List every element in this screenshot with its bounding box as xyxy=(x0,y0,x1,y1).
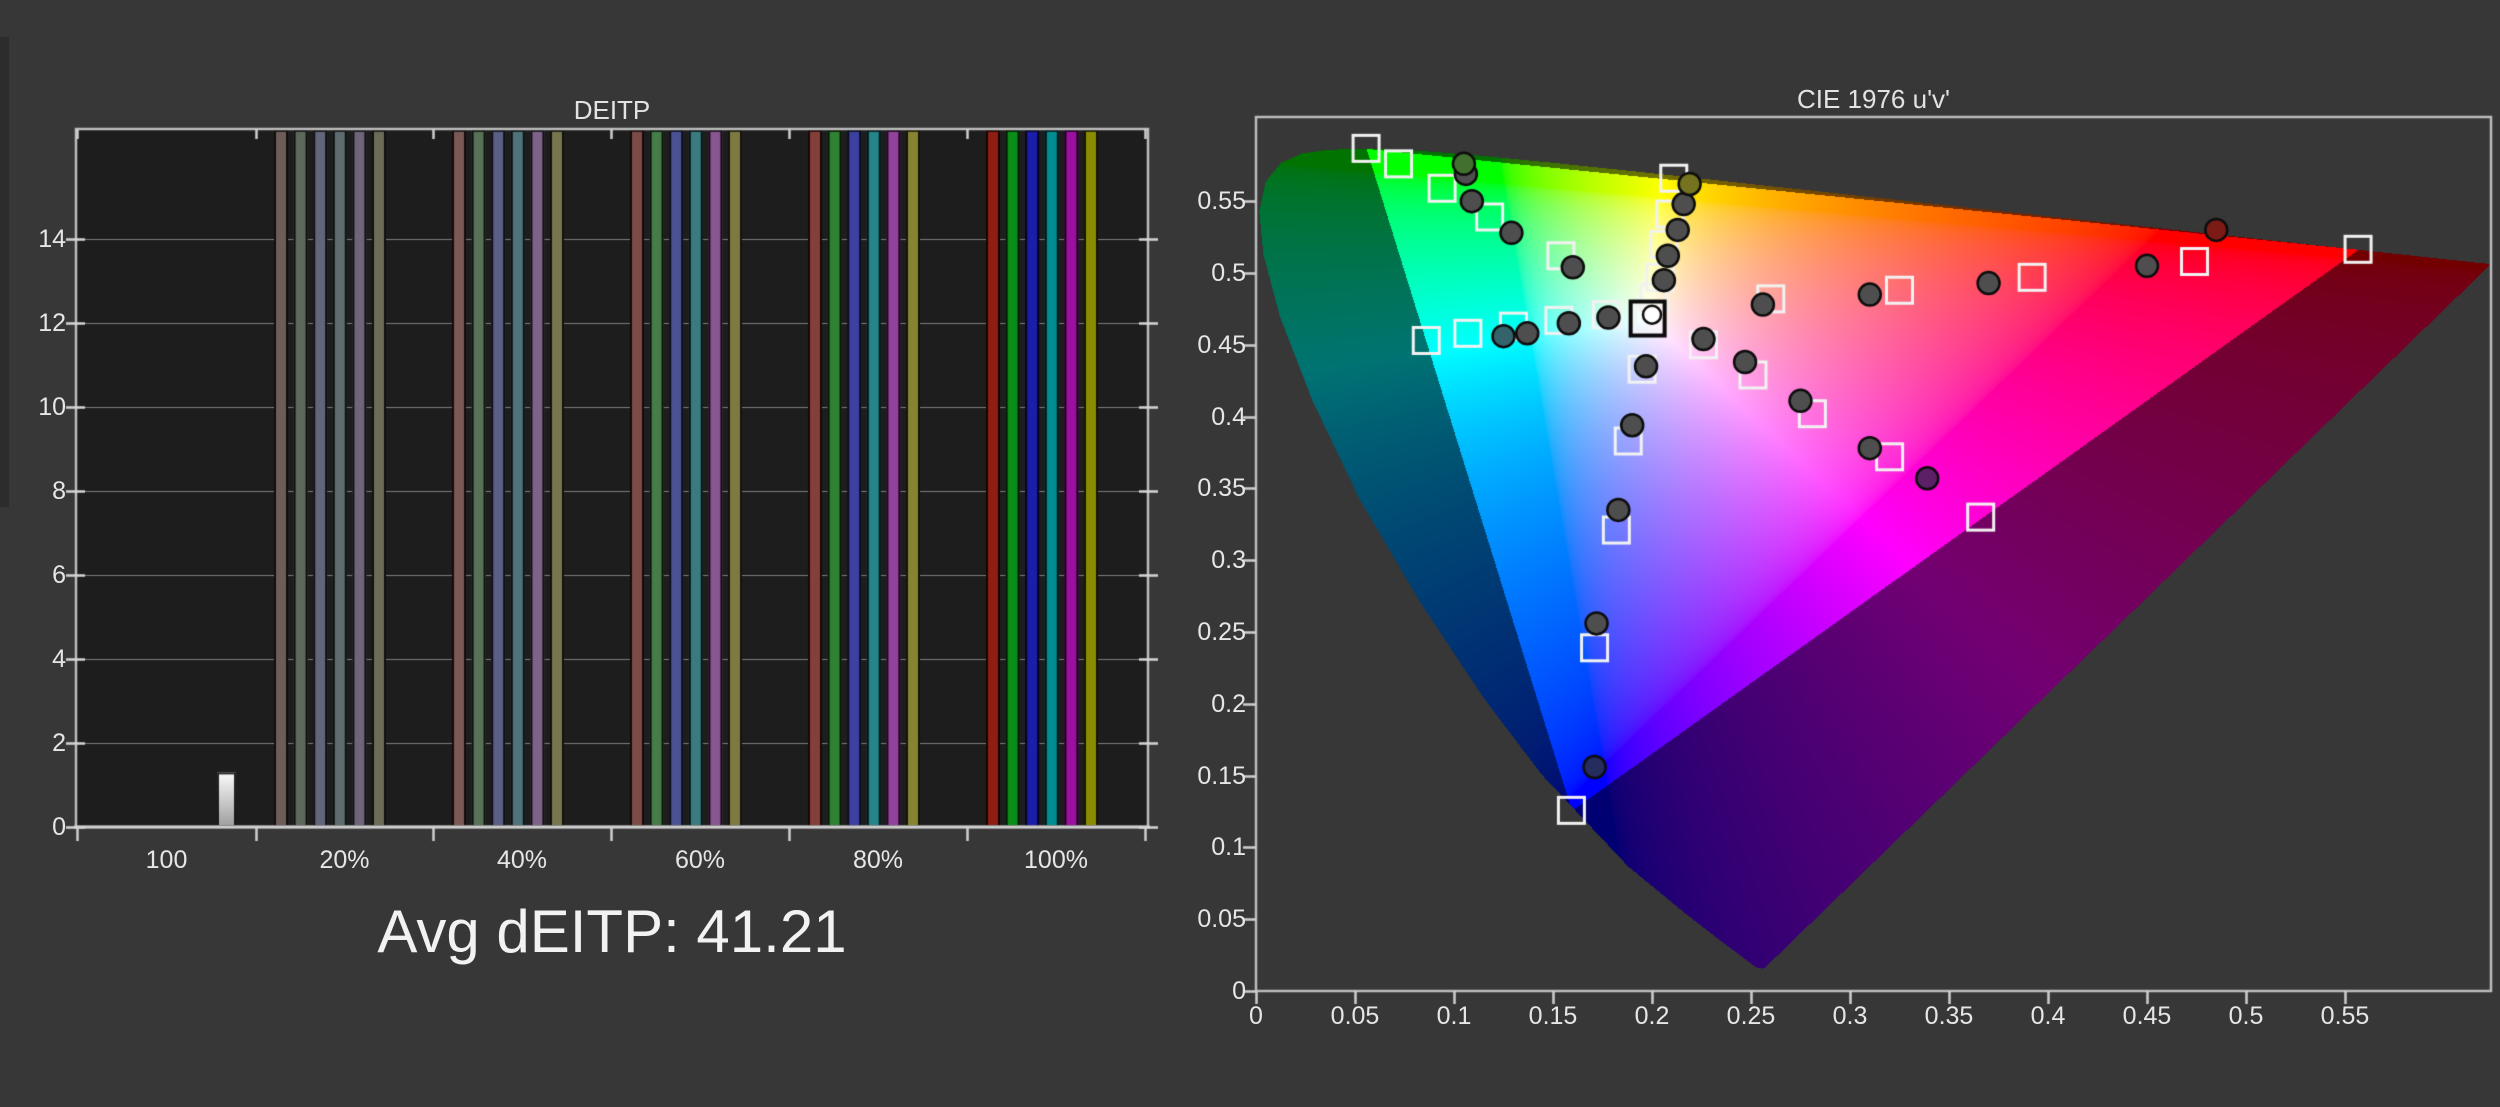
calibration-measurement-screen: DEITP CIE 1976 u'v' 0 2 4 6 8 10 12 14 100 20% 40… xyxy=(0,0,2500,1107)
cie-1976-diagram-plot[interactable] xyxy=(0,0,2500,1107)
